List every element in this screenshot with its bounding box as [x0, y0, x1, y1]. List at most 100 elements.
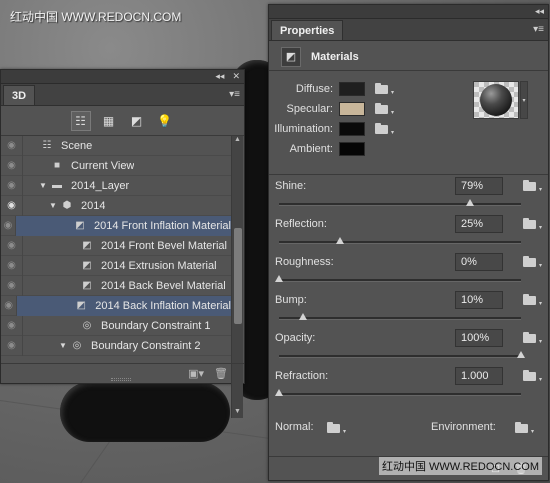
material-sphere-icon [480, 84, 512, 116]
texture-folder-icon[interactable]: ▾ [523, 332, 542, 345]
chevron-down-icon[interactable]: ▾ [520, 81, 528, 119]
slider-row: Opacity: 100% ▾ [269, 329, 550, 367]
slider-value-field[interactable]: 25% [455, 215, 503, 233]
color-swatch[interactable] [339, 82, 365, 96]
trash-icon[interactable]: 🗑 [214, 367, 228, 380]
slider-knob[interactable] [275, 275, 283, 282]
folder-icon: ▬ [52, 180, 62, 191]
texture-folder-icon[interactable]: ▾ [523, 294, 542, 307]
slider-track[interactable] [279, 237, 521, 244]
texture-folder-icon[interactable]: ▾ [523, 218, 542, 231]
collapse-icon[interactable]: ◂◂ [535, 6, 544, 17]
tree-row[interactable]: ◉ ▼ ⬢ 2014 [1, 195, 231, 216]
panel-menu-icon[interactable]: ▾≡ [229, 89, 240, 100]
visibility-eye-icon[interactable]: ◉ [1, 235, 23, 256]
slider-track[interactable] [279, 199, 521, 206]
camera-icon: ■ [53, 160, 61, 171]
tree-row[interactable]: ◉ ■ Current View [1, 155, 231, 176]
scroll-thumb[interactable] [234, 228, 242, 324]
visibility-eye-icon[interactable]: ◉ [1, 155, 23, 176]
color-swatch[interactable] [339, 122, 365, 136]
visibility-eye-icon[interactable]: ◉ [1, 295, 18, 316]
expand-arrow-icon[interactable]: ▼ [49, 201, 59, 210]
material-icon: ◩ [82, 260, 92, 271]
texture-folder-icon[interactable]: ▾ [375, 102, 394, 116]
mesh-filter-icon[interactable]: ▦ [99, 111, 119, 131]
material-filter-icon[interactable]: ◩ [127, 111, 147, 131]
scroll-down-icon[interactable]: ▼ [232, 408, 243, 418]
visibility-eye-icon[interactable]: ◉ [1, 335, 23, 356]
watermark-text: 红动中国 WWW.REDOCN.COM [10, 10, 182, 24]
tree-row[interactable]: ◉ ◩ 2014 Front Inflation Material [1, 215, 231, 236]
scene-tree: ◉ ☷ Scene ◉ ■ Current View ◉ ▼ ▬ 2014_Layer ◉ ▼ ⬢ 201… [1, 135, 231, 356]
3d-filter-toolbar: ☷ ▦ ◩ 💡 [1, 106, 244, 136]
collapse-icon[interactable]: ◂◂ [215, 71, 224, 82]
normal-label: Normal: [275, 421, 314, 433]
slider-knob[interactable] [335, 237, 344, 244]
slider-track[interactable] [279, 313, 521, 320]
visibility-eye-icon[interactable]: ◉ [1, 195, 23, 216]
tab-3d[interactable]: 3D [3, 85, 36, 105]
expand-arrow-icon[interactable]: ▼ [39, 181, 49, 190]
texture-folder-icon[interactable]: ▾ [523, 256, 542, 269]
tree-row-label: 2014 Front Bevel Material [101, 239, 227, 252]
slider-knob[interactable] [517, 351, 525, 358]
slider-knob[interactable] [466, 199, 475, 206]
scroll-up-icon[interactable]: ▲ [232, 136, 243, 146]
visibility-eye-icon[interactable]: ◉ [1, 275, 23, 296]
material-icon: ◩ [76, 300, 86, 311]
visibility-eye-icon[interactable]: ◉ [1, 215, 17, 236]
slider-value-field[interactable]: 1.000 [455, 367, 503, 385]
slider-track[interactable] [275, 275, 521, 282]
section-title: Materials [311, 50, 359, 63]
slider-track[interactable] [279, 351, 525, 358]
slider-value-field[interactable]: 79% [455, 177, 503, 195]
properties-panel: ◂◂ Properties ▾≡ ◩ Materials ▾ Diffuse: ▾… [268, 4, 549, 481]
tree-row[interactable]: ◉ ▼ ◎ Boundary Constraint 2 [1, 335, 231, 356]
panel-tabbar: Properties ▾≡ [269, 19, 548, 41]
light-filter-icon[interactable]: 💡 [155, 111, 175, 131]
tree-row-label: 2014 Back Bevel Material [101, 279, 226, 292]
3d-panel: ◂◂ ✕ 3D ▾≡ ☷ ▦ ◩ 💡 ◉ ☷ Scene ◉ ■ Current View… [0, 69, 245, 418]
slider-label: Roughness: [275, 256, 334, 268]
color-swatch[interactable] [339, 102, 365, 116]
visibility-eye-icon[interactable]: ◉ [1, 175, 23, 196]
texture-row: Normal: ▾ Environment: ▾ [269, 419, 550, 439]
slider-value-field[interactable]: 0% [455, 253, 503, 271]
scene-filter-icon[interactable]: ☷ [70, 110, 91, 131]
panel-menu-icon[interactable]: ▾≡ [533, 24, 544, 35]
visibility-eye-icon[interactable]: ◉ [1, 255, 23, 276]
color-swatch[interactable] [339, 142, 365, 156]
slider-knob[interactable] [275, 389, 283, 396]
tree-row-label: Scene [61, 139, 93, 152]
texture-folder-icon[interactable]: ▾ [523, 370, 542, 383]
normal-folder-icon[interactable]: ▾ [327, 422, 346, 435]
tree-row-label: 2014 [81, 199, 106, 212]
tree-row[interactable]: ◉ ▼ ▬ 2014_Layer [1, 175, 231, 196]
visibility-eye-icon[interactable]: ◉ [1, 315, 23, 336]
slider-track[interactable] [275, 389, 521, 396]
tree-row[interactable]: ◉ ◩ 2014 Back Bevel Material [1, 275, 231, 296]
close-icon[interactable]: ✕ [232, 71, 240, 82]
texture-folder-icon[interactable]: ▾ [375, 122, 394, 136]
tree-row[interactable]: ◉ ◩ 2014 Front Bevel Material [1, 235, 231, 256]
slider-row: Shine: 79% ▾ [269, 177, 550, 215]
slider-value-field[interactable]: 10% [455, 291, 503, 309]
expand-arrow-icon[interactable]: ▼ [59, 341, 69, 350]
tree-row[interactable]: ◉ ◩ 2014 Back Inflation Material [1, 295, 231, 316]
slider-knob[interactable] [299, 313, 308, 320]
color-row: Ambient: [269, 141, 365, 157]
tree-row[interactable]: ◉ ◩ 2014 Extrusion Material [1, 255, 231, 276]
slider-value-field[interactable]: 100% [455, 329, 503, 347]
texture-folder-icon[interactable]: ▾ [375, 82, 394, 96]
tab-properties[interactable]: Properties [271, 20, 344, 40]
visibility-eye-icon[interactable]: ◉ [1, 135, 23, 156]
mesh-icon: ⬢ [62, 200, 72, 211]
tree-row[interactable]: ◉ ◎ Boundary Constraint 1 [1, 315, 231, 336]
texture-folder-icon[interactable]: ▾ [523, 180, 542, 193]
new-object-icon[interactable]: ▣▾ [188, 367, 204, 380]
resize-grip[interactable] [111, 378, 131, 381]
tree-row[interactable]: ◉ ☷ Scene [1, 135, 231, 156]
material-preview[interactable] [473, 81, 519, 119]
environment-folder-icon[interactable]: ▾ [515, 422, 534, 435]
